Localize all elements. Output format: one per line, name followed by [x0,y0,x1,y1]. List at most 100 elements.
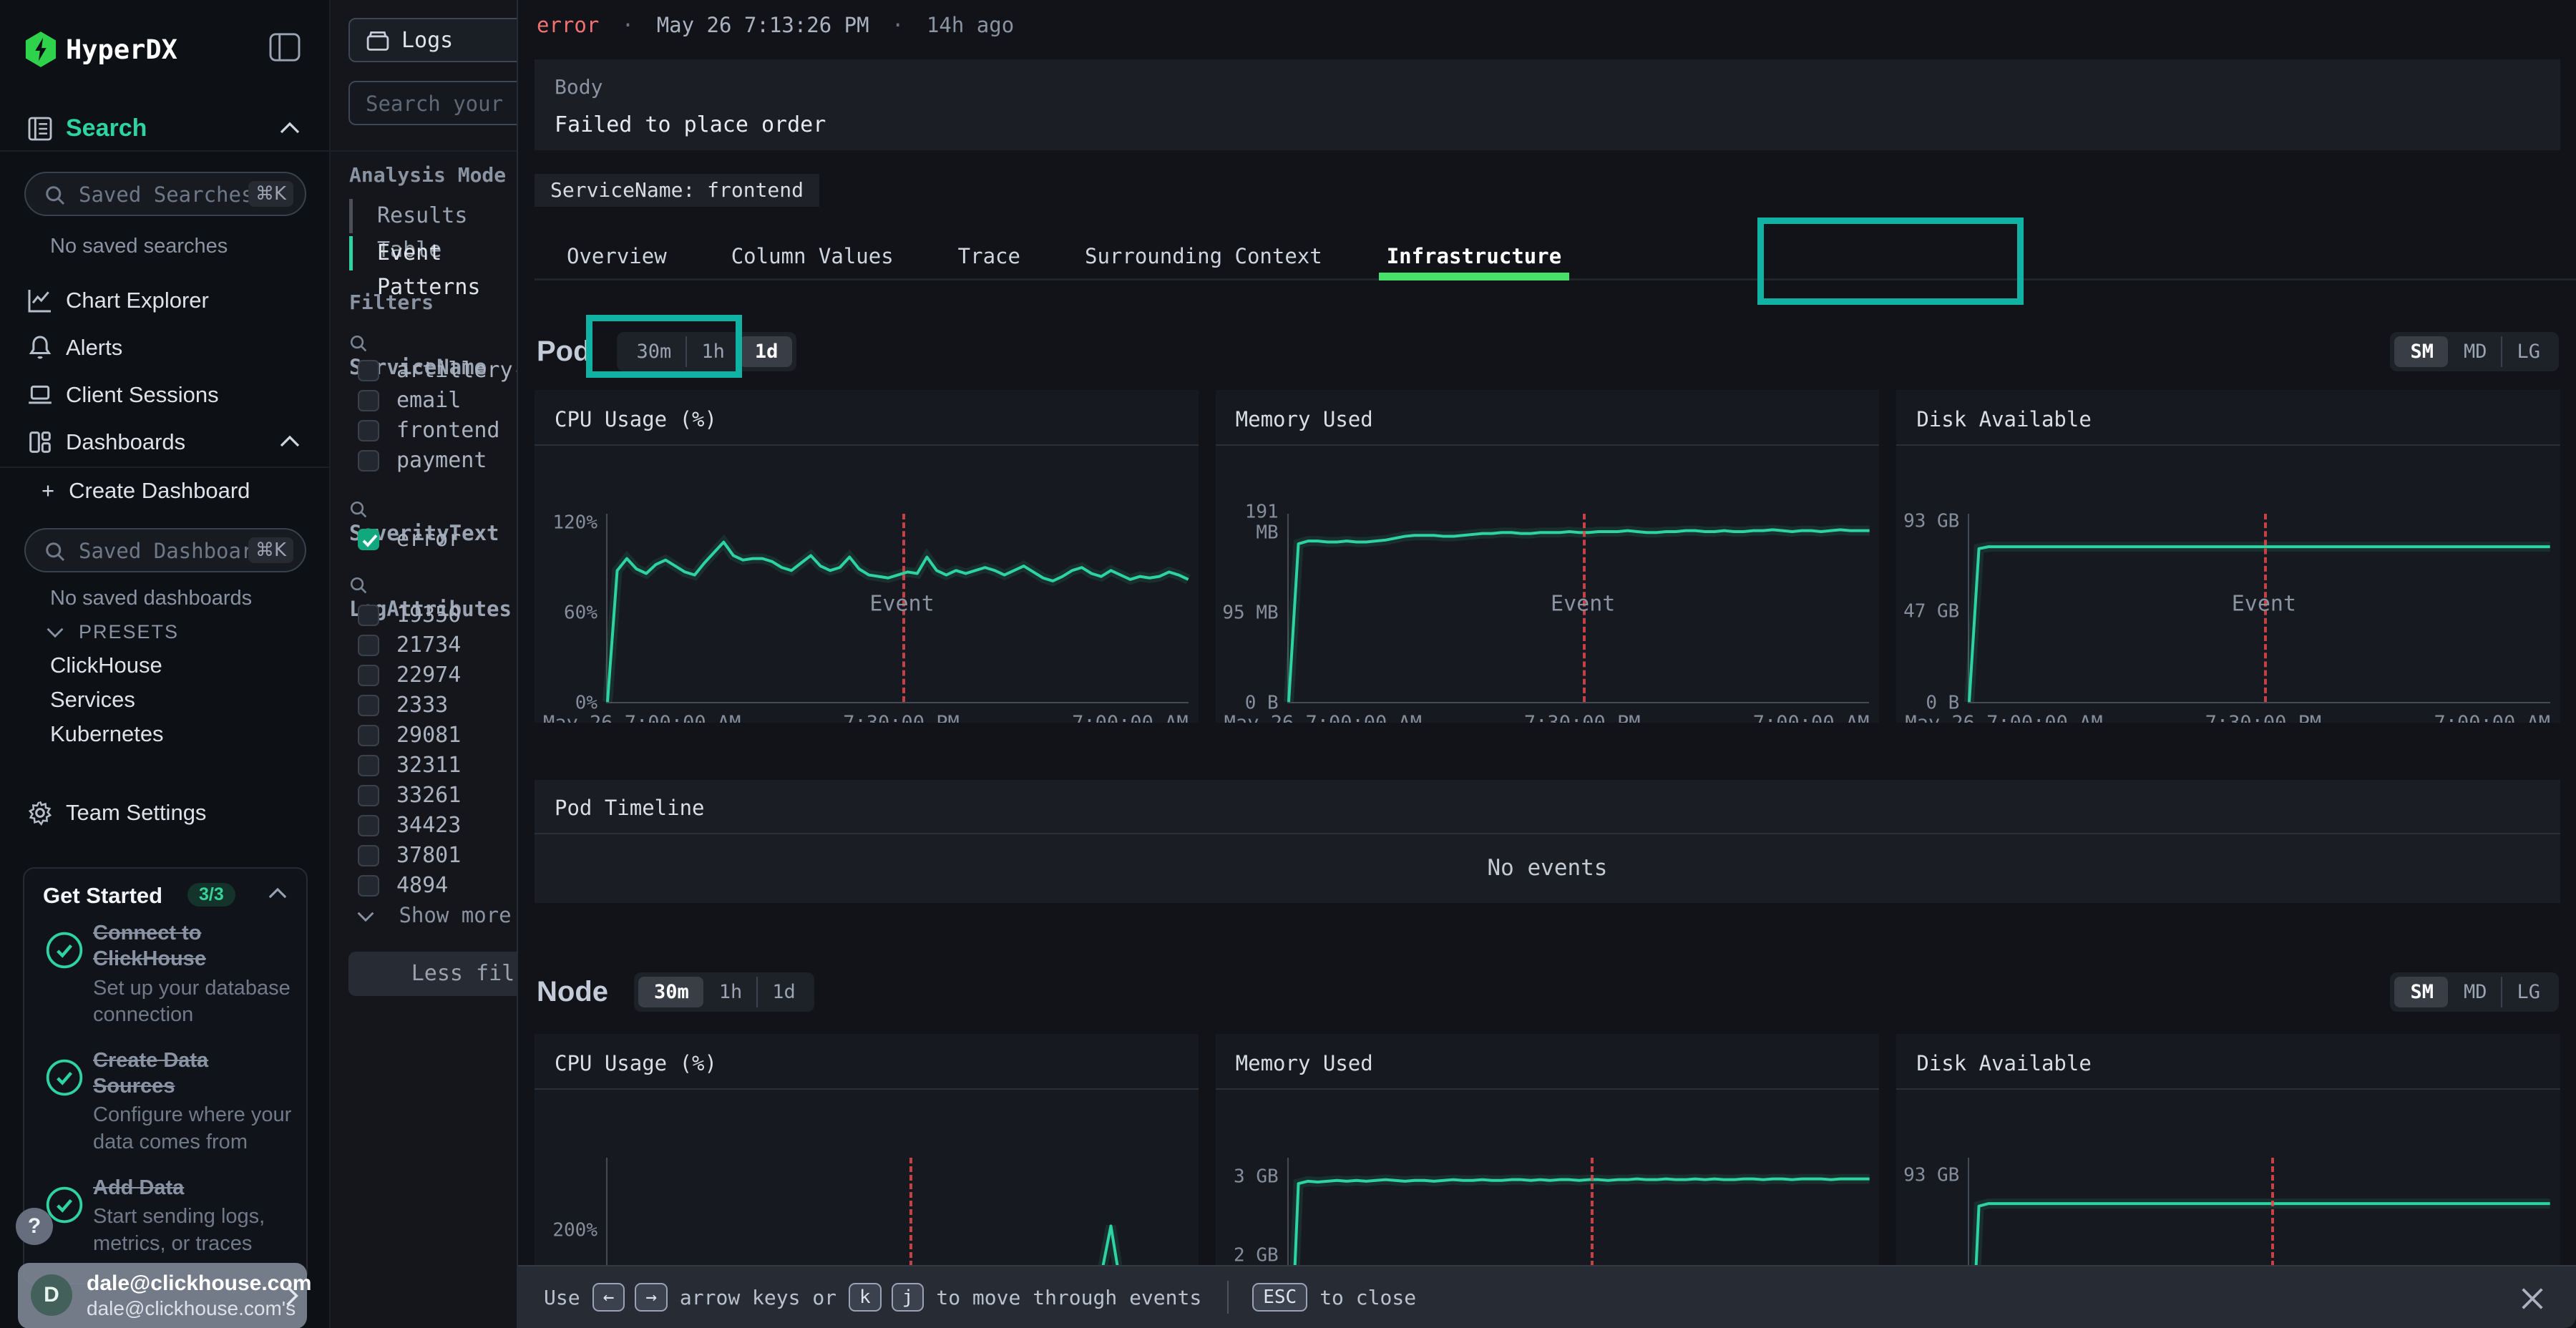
sidebar-item-team-settings[interactable]: Team Settings [0,793,329,834]
filter-group-severitytext[interactable]: SeverityText [349,497,517,525]
filter-group-servicename[interactable]: ServiceName [349,331,517,359]
filter-option[interactable]: 4894 [358,873,448,903]
checkbox[interactable] [358,390,379,411]
range-1d-button[interactable]: 1d [739,336,793,367]
hint-text: to close [1319,1286,1416,1309]
filter-option-label: frontend [396,418,500,443]
filter-option[interactable]: 32311 [358,753,461,783]
saved-searches-input[interactable]: Saved Searches ⌘K [24,172,306,216]
filter-option[interactable]: 37801 [358,843,461,873]
filters-label: Filters [349,290,434,314]
checkbox[interactable] [358,755,379,776]
tab-surrounding-context[interactable]: Surrounding Context [1053,235,1355,278]
checkbox[interactable] [358,695,379,716]
checkbox[interactable] [358,785,379,806]
show-more-button[interactable]: Show more [356,903,512,927]
k-key[interactable]: k [849,1283,882,1312]
size-md-button[interactable]: MD [2448,977,2502,1007]
filter-option[interactable]: email [358,388,461,418]
checkbox[interactable] [358,605,379,626]
filter-option[interactable]: frontend [358,418,500,448]
size-lg-button[interactable]: LG [2501,977,2555,1007]
filter-option[interactable]: 34423 [358,813,461,843]
range-1h-button[interactable]: 1h [703,977,757,1007]
filter-option[interactable]: 21734 [358,633,461,663]
filter-option[interactable]: 33261 [358,783,461,813]
filter-option-label: artillery-loa [396,358,517,383]
sidebar-item-alerts[interactable]: Alerts [0,328,329,369]
brand-name: HyperDX [66,34,177,65]
panel-toggle-icon[interactable] [269,33,301,65]
chevron-up-icon [279,122,301,138]
size-md-button[interactable]: MD [2448,336,2502,367]
range-30m-button[interactable]: 30m [638,977,703,1007]
separator: · [622,13,634,37]
chart-title: CPU Usage (%) [555,407,717,431]
search-icon [349,575,368,600]
logs-source-icon [366,29,390,56]
filter-option-error[interactable]: error [358,527,461,557]
sidebar-item-label: Alerts [66,335,122,361]
user-menu[interactable]: D dale@clickhouse.com dale@clickhouse.co… [18,1263,307,1328]
checkbox[interactable] [358,635,379,656]
help-button[interactable]: ? [16,1208,53,1245]
filter-option[interactable]: 19350 [358,602,461,633]
get-started-item[interactable]: Connect to ClickHouse Set up your databa… [24,920,306,1048]
sidebar-item-clickhouse[interactable]: ClickHouse [50,653,162,678]
size-sm-button[interactable]: SM [2394,336,2448,367]
get-started-item-desc: Configure where your data comes from [93,1102,292,1156]
servicename-tag[interactable]: ServiceName: frontend [535,174,819,207]
sidebar-item-client-sessions[interactable]: Client Sessions [0,375,329,416]
checkbox[interactable] [358,875,379,897]
checkbox-checked[interactable] [358,529,379,550]
get-started-title: Get Started [43,883,162,909]
sidebar-item-search[interactable]: Search [0,106,329,152]
filter-option-label: payment [396,448,487,473]
mode-event-patterns[interactable]: Event Patterns [349,236,517,270]
sidebar-item-chart-explorer[interactable]: Chart Explorer [0,280,329,322]
chart-title: Disk Available [1916,1051,2091,1075]
less-filters-button[interactable]: Less fil [348,952,517,996]
analysis-mode-label: Analysis Mode [349,163,506,187]
esc-key[interactable]: ESC [1252,1283,1307,1312]
filter-option[interactable]: 29081 [358,723,461,753]
arrow-right-key[interactable]: → [635,1283,668,1312]
source-select[interactable]: Logs [348,18,517,62]
checkbox[interactable] [358,845,379,866]
size-sm-button[interactable]: SM [2394,977,2448,1007]
mode-results-table[interactable]: Results Table [349,199,517,233]
filter-option[interactable]: payment [358,448,487,478]
saved-dashboards-input[interactable]: Saved Dashboards ⌘K [24,528,306,572]
size-lg-button[interactable]: LG [2501,336,2555,367]
checkbox[interactable] [358,360,379,381]
tab-infrastructure[interactable]: Infrastructure [1355,235,1594,278]
get-started-item[interactable]: Create Data Sources Configure where your… [24,1048,306,1175]
get-started-item[interactable]: Add Data Start sending logs, metrics, or… [24,1175,306,1276]
node-section-header: Node 30m 1h 1d SM MD LG [537,962,2559,1021]
tab-overview[interactable]: Overview [535,235,699,278]
tab-trace[interactable]: Trace [926,235,1053,278]
sidebar-item-kubernetes[interactable]: Kubernetes [50,721,164,747]
tab-column-values[interactable]: Column Values [699,235,926,278]
checkbox[interactable] [358,420,379,441]
checkbox[interactable] [358,450,379,472]
filter-option[interactable]: artillery-loa [358,358,517,388]
pod-timeline-empty: No events [535,834,2560,902]
arrow-left-key[interactable]: ← [592,1283,625,1312]
checkbox[interactable] [358,725,379,746]
filter-group-logattributes[interactable]: LogAttributes [349,572,517,601]
get-started-header[interactable]: Get Started 3/3 [24,869,306,920]
sidebar-item-services[interactable]: Services [50,687,135,713]
close-icon[interactable] [2519,1285,2546,1317]
create-dashboard-button[interactable]: +Create Dashboard [42,478,250,504]
checkbox[interactable] [358,815,379,836]
event-search-input[interactable]: Search your ev [348,81,517,125]
range-1d-button[interactable]: 1d [756,977,810,1007]
j-key[interactable]: j [892,1283,924,1312]
sidebar-item-dashboards[interactable]: Dashboards [0,422,329,464]
presets-toggle[interactable]: PRESETS [46,621,179,643]
filter-option[interactable]: 22974 [358,663,461,693]
checkbox[interactable] [358,665,379,686]
chevron-right-icon [284,1284,300,1311]
filter-option[interactable]: 2333 [358,693,448,723]
